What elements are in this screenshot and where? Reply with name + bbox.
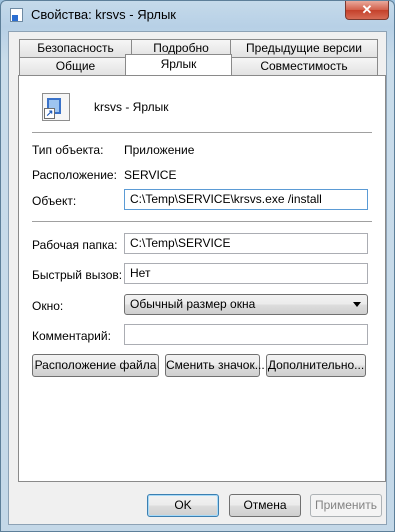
target-location-label: Расположение: bbox=[32, 168, 117, 182]
tab-security[interactable]: Безопасность bbox=[19, 39, 132, 58]
run-select[interactable]: Обычный размер окна bbox=[124, 294, 368, 315]
target-label: Объект: bbox=[32, 194, 77, 208]
comment-input[interactable] bbox=[124, 324, 368, 345]
target-location-value: SERVICE bbox=[124, 168, 177, 182]
run-select-value: Обычный размер окна bbox=[130, 297, 256, 311]
tab-shortcut[interactable]: Ярлык bbox=[125, 54, 232, 75]
change-icon-button[interactable]: Сменить значок... bbox=[165, 354, 265, 377]
divider bbox=[32, 132, 372, 133]
target-input[interactable]: C:\Temp\SERVICE\krsvs.exe /install bbox=[124, 189, 368, 210]
chevron-down-icon bbox=[353, 302, 361, 307]
cancel-button[interactable]: Отмена bbox=[229, 494, 301, 517]
shortcut-tab-panel: ↗ krsvs - Ярлык Тип объекта: Приложение … bbox=[18, 75, 386, 482]
start-in-input[interactable]: C:\Temp\SERVICE bbox=[124, 233, 368, 254]
divider bbox=[32, 221, 372, 222]
run-label: Окно: bbox=[32, 299, 64, 313]
shortcut-file-icon bbox=[10, 8, 23, 22]
hotkey-label: Быстрый вызов: bbox=[32, 268, 123, 282]
application-shortcut-icon: ↗ bbox=[42, 93, 70, 121]
close-button[interactable]: ✕ bbox=[345, 1, 389, 20]
dialog-client-area: Безопасность Подробно Предыдущие версии … bbox=[8, 31, 387, 525]
tab-general[interactable]: Общие bbox=[19, 57, 132, 76]
title-bar[interactable]: Свойства: krsvs - Ярлык ✕ bbox=[1, 1, 394, 29]
hotkey-input[interactable]: Нет bbox=[124, 263, 368, 284]
properties-window: Свойства: krsvs - Ярлык ✕ Безопасность П… bbox=[0, 0, 395, 532]
tab-compatibility[interactable]: Совместимость bbox=[230, 57, 378, 76]
window-title: Свойства: krsvs - Ярлык bbox=[31, 7, 176, 22]
start-in-label: Рабочая папка: bbox=[32, 238, 118, 252]
target-type-label: Тип объекта: bbox=[32, 143, 104, 157]
ok-button[interactable]: OK bbox=[147, 494, 219, 517]
shortcut-name: krsvs - Ярлык bbox=[94, 100, 169, 114]
open-file-location-button[interactable]: Расположение файла bbox=[32, 354, 159, 377]
comment-label: Комментарий: bbox=[32, 329, 111, 343]
apply-button[interactable]: Применить bbox=[310, 494, 382, 517]
target-type-value: Приложение bbox=[124, 143, 195, 157]
advanced-button[interactable]: Дополнительно... bbox=[266, 354, 366, 377]
tab-previous-versions[interactable]: Предыдущие версии bbox=[230, 39, 378, 58]
